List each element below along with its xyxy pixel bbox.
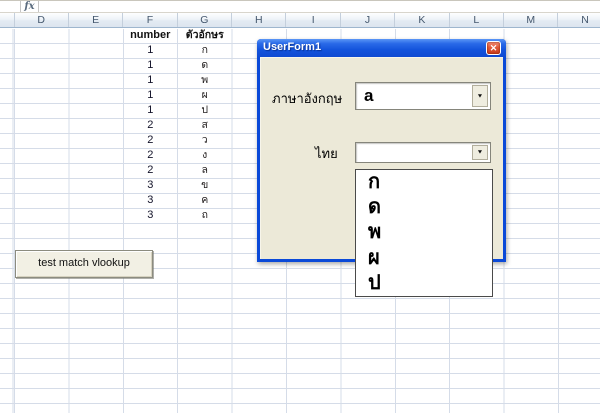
cell-char[interactable]: ด xyxy=(178,58,233,73)
combo-thai-dropdown-list: ก ด พ ผ ป xyxy=(355,169,493,297)
column-header[interactable]: F xyxy=(123,13,177,27)
table-row: 3 ข xyxy=(123,178,233,193)
close-icon[interactable]: ✕ xyxy=(486,41,501,55)
cell-number[interactable]: 3 xyxy=(123,208,178,223)
table-header-char[interactable]: ตัวอักษร xyxy=(178,28,233,43)
dropdown-list-item[interactable]: พ xyxy=(356,220,492,245)
cell-char[interactable]: ค xyxy=(178,193,233,208)
chevron-down-icon: ▼ xyxy=(477,150,484,156)
combo-thai-dropdown-button[interactable]: ▼ xyxy=(472,145,488,160)
column-header[interactable]: J xyxy=(341,13,395,27)
formula-input[interactable] xyxy=(39,1,600,12)
column-header[interactable]: G xyxy=(178,13,232,27)
cell-char[interactable]: พ xyxy=(178,73,233,88)
cell-number[interactable]: 3 xyxy=(123,193,178,208)
name-box-divider xyxy=(20,1,21,12)
dropdown-list-item[interactable]: ป xyxy=(356,271,492,296)
cell-number[interactable]: 2 xyxy=(123,148,178,163)
cell-char[interactable]: ง xyxy=(178,148,233,163)
cell-char[interactable]: ส xyxy=(178,118,233,133)
cell-char[interactable]: ว xyxy=(178,133,233,148)
table-row: 2 ง xyxy=(123,148,233,163)
label-english-language: ภาษาอังกฤษ xyxy=(272,88,342,109)
insert-function-icon[interactable]: fx xyxy=(22,1,37,12)
table-row: 1 พ xyxy=(123,73,233,88)
cell-number[interactable]: 2 xyxy=(123,118,178,133)
test-match-vlookup-button[interactable]: test match vlookup xyxy=(15,250,153,278)
column-header[interactable]: L xyxy=(450,13,504,27)
table-row: 1 ก xyxy=(123,43,233,58)
excel-window: fx D E F G H I J K L xyxy=(0,0,600,413)
column-header-row: D E F G H I J K L M N xyxy=(0,13,600,28)
column-header-stub xyxy=(0,13,15,27)
column-header[interactable]: I xyxy=(286,13,340,27)
cell-number[interactable]: 1 xyxy=(123,58,178,73)
column-header[interactable]: N xyxy=(558,13,600,27)
cell-char[interactable]: ถ xyxy=(178,208,233,223)
cell-char[interactable]: ป xyxy=(178,103,233,118)
table-row: 2 ล xyxy=(123,163,233,178)
combo-english[interactable]: a ▼ xyxy=(355,82,491,110)
column-header[interactable]: E xyxy=(69,13,123,27)
formula-bar: fx xyxy=(0,0,600,13)
combo-english-dropdown-button[interactable]: ▼ xyxy=(472,85,488,107)
cell-number[interactable]: 1 xyxy=(123,73,178,88)
table-row: 2 ส xyxy=(123,118,233,133)
cell-char[interactable]: ล xyxy=(178,163,233,178)
lookup-table: number ตัวอักษร 1 ก 1 ด 1 พ xyxy=(123,28,233,223)
dropdown-list-item[interactable]: ด xyxy=(356,195,492,220)
cell-char[interactable]: ก xyxy=(178,43,233,58)
table-row: 2 ว xyxy=(123,133,233,148)
table-header-row: number ตัวอักษร xyxy=(123,28,233,43)
cell-number[interactable]: 1 xyxy=(123,88,178,103)
table-row: 1 ป xyxy=(123,103,233,118)
userform-titlebar[interactable]: UserForm1 ✕ xyxy=(257,39,506,57)
label-thai-language: ไทย xyxy=(315,143,338,164)
table-row: 1 ด xyxy=(123,58,233,73)
cell-number[interactable]: 1 xyxy=(123,103,178,118)
combo-thai-value xyxy=(364,143,470,162)
cell-char[interactable]: ผ xyxy=(178,88,233,103)
cell-number[interactable]: 1 xyxy=(123,43,178,58)
column-header[interactable]: D xyxy=(15,13,69,27)
userform-title: UserForm1 xyxy=(263,41,321,53)
dropdown-list-item[interactable]: ผ xyxy=(356,246,492,271)
combo-english-value: a xyxy=(364,83,470,109)
column-header[interactable]: K xyxy=(395,13,449,27)
combo-thai[interactable]: ▼ xyxy=(355,142,491,163)
table-header-number[interactable]: number xyxy=(123,28,178,43)
cell-number[interactable]: 2 xyxy=(123,163,178,178)
cell-number[interactable]: 3 xyxy=(123,178,178,193)
column-header[interactable]: M xyxy=(504,13,558,27)
table-row: 3 ค xyxy=(123,193,233,208)
cell-char[interactable]: ข xyxy=(178,178,233,193)
table-row: 1 ผ xyxy=(123,88,233,103)
column-header[interactable]: H xyxy=(232,13,286,27)
dropdown-list-item[interactable]: ก xyxy=(356,170,492,195)
cell-number[interactable]: 2 xyxy=(123,133,178,148)
chevron-down-icon: ▼ xyxy=(477,93,484,99)
table-row: 3 ถ xyxy=(123,208,233,223)
